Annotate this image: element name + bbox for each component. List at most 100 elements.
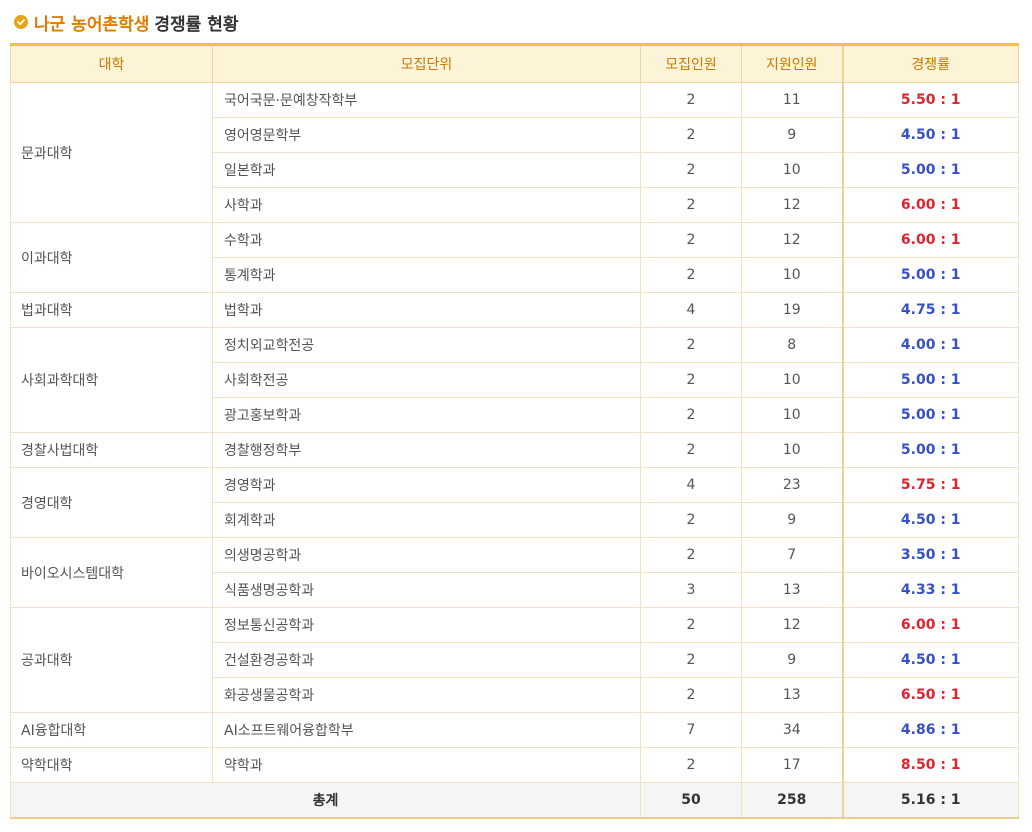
header-college: 대학 [10,43,213,83]
applicants-cell: 19 [741,292,843,328]
applicants-cell: 9 [741,642,843,678]
college-cell: 법과대학 [10,292,213,328]
unit-cell: 정치외교학전공 [212,327,641,363]
college-cell: 경영대학 [10,467,213,538]
table-row: AI융합대학 AI소프트웨어융합학부 7 34 4.86 : 1 [10,712,1019,748]
table-row: 사회과학대학 정치외교학전공 2 8 4.00 : 1 [10,327,1019,433]
total-label: 총계 [10,782,641,819]
unit-cell: 사회학전공 [212,362,641,398]
rate-cell: 5.00 : 1 [841,362,1019,398]
rate-cell: 6.00 : 1 [841,222,1019,258]
unit-cell: 광고홍보학과 [212,397,641,433]
rate-cell: 4.50 : 1 [841,502,1019,538]
unit-cell: 의생명공학과 [212,537,641,573]
rate-cell: 5.00 : 1 [841,397,1019,433]
table-row: 법과대학 법학과 4 19 4.75 : 1 [10,292,1019,328]
quota-cell: 2 [640,432,742,468]
rate-cell: 8.50 : 1 [841,747,1019,783]
applicants-cell: 34 [741,712,843,748]
unit-cell: 수학과 [212,222,641,258]
quota-cell: 2 [640,397,742,433]
table-row: 경영대학 경영학과 4 23 5.75 : 1 [10,467,1019,538]
table-row: 경찰사법대학 경찰행정학부 2 10 5.00 : 1 [10,432,1019,468]
table-header-row: 대학 모집단위 모집인원 지원인원 경쟁률 [10,43,1019,83]
rate-cell: 6.00 : 1 [841,607,1019,643]
quota-cell: 2 [640,327,742,363]
rate-cell: 5.00 : 1 [841,432,1019,468]
quota-cell: 2 [640,642,742,678]
quota-cell: 2 [640,187,742,223]
rate-cell: 4.00 : 1 [841,327,1019,363]
table-row: 공과대학 정보통신공학과 2 12 6.00 : 1 [10,607,1019,713]
rate-cell: 4.50 : 1 [841,117,1019,153]
applicants-cell: 11 [741,82,843,118]
quota-cell: 2 [640,257,742,293]
applicants-cell: 10 [741,397,843,433]
quota-cell: 4 [640,292,742,328]
applicants-cell: 12 [741,222,843,258]
quota-cell: 2 [640,222,742,258]
unit-cell: 정보통신공학과 [212,607,641,643]
applicants-cell: 23 [741,467,843,503]
applicants-cell: 10 [741,152,843,188]
applicants-cell: 8 [741,327,843,363]
table-row: 약학대학 약학과 2 17 8.50 : 1 [10,747,1019,783]
table-body: 문과대학 국어국문·문예창작학부 2 11 5.50 : 1 영어영문학부 2 9 4.50 :… [10,82,1019,819]
quota-cell: 2 [640,502,742,538]
applicants-cell: 7 [741,537,843,573]
college-cell: 사회과학대학 [10,327,213,433]
header-unit: 모집단위 [212,43,641,83]
unit-cell: 통계학과 [212,257,641,293]
total-quota: 50 [640,782,742,819]
rate-cell: 4.75 : 1 [841,292,1019,328]
quota-cell: 2 [640,607,742,643]
college-cell: AI융합대학 [10,712,213,748]
quota-cell: 2 [640,747,742,783]
unit-cell: 식품생명공학과 [212,572,641,608]
rate-cell: 6.50 : 1 [841,677,1019,713]
quota-cell: 2 [640,677,742,713]
rate-cell: 4.33 : 1 [841,572,1019,608]
header-quota: 모집인원 [640,43,742,83]
unit-cell: 일본학과 [212,152,641,188]
applicants-cell: 10 [741,362,843,398]
rate-cell: 5.50 : 1 [841,82,1019,118]
quota-cell: 3 [640,572,742,608]
competition-rate-table: 대학 모집단위 모집인원 지원인원 경쟁률 문과대학 국어국문·문예창작학부 2 11… [10,43,1019,819]
applicants-cell: 13 [741,572,843,608]
table-row: 문과대학 국어국문·문예창작학부 2 11 5.50 : 1 [10,82,1019,223]
applicants-cell: 10 [741,432,843,468]
header-applicants: 지원인원 [741,43,843,83]
rate-cell: 6.00 : 1 [841,187,1019,223]
unit-cell: 국어국문·문예창작학부 [212,82,641,118]
quota-cell: 2 [640,82,742,118]
rate-cell: 5.75 : 1 [841,467,1019,503]
applicants-cell: 12 [741,607,843,643]
college-cell: 바이오시스템대학 [10,537,213,608]
unit-cell: 법학과 [212,292,641,328]
unit-cell: 경찰행정학부 [212,432,641,468]
unit-cell: 약학과 [212,747,641,783]
table-row: 바이오시스템대학 의생명공학과 2 7 3.50 : 1 [10,537,1019,608]
rate-cell: 4.86 : 1 [841,712,1019,748]
quota-cell: 2 [640,117,742,153]
header-rate: 경쟁률 [841,43,1019,83]
unit-cell: 사학과 [212,187,641,223]
title-highlight: 나군 농어촌학생 [34,14,150,35]
unit-cell: 영어영문학부 [212,117,641,153]
quota-cell: 2 [640,537,742,573]
unit-cell: 건설환경공학과 [212,642,641,678]
title-rest: 경쟁률 현황 [154,14,239,35]
rate-cell: 3.50 : 1 [841,537,1019,573]
applicants-cell: 17 [741,747,843,783]
rate-cell: 5.00 : 1 [841,257,1019,293]
quota-cell: 7 [640,712,742,748]
unit-cell: 회계학과 [212,502,641,538]
college-cell: 이과대학 [10,222,213,293]
applicants-cell: 9 [741,502,843,538]
total-rate: 5.16 : 1 [841,782,1019,819]
unit-cell: 화공생물공학과 [212,677,641,713]
total-applicants: 258 [741,782,843,819]
applicants-cell: 10 [741,257,843,293]
quota-cell: 2 [640,152,742,188]
